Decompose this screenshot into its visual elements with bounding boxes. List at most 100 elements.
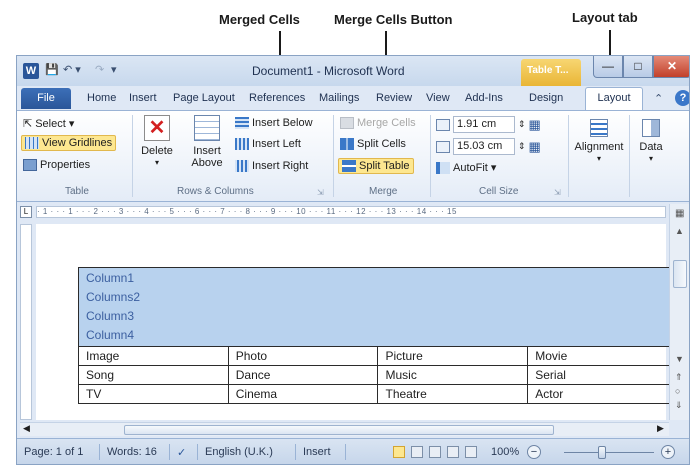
document-table[interactable]: Column1 Columns2 Column3 Column4 Image P… <box>78 267 678 404</box>
group-separator <box>629 115 630 197</box>
scroll-right-icon[interactable]: ▶ <box>657 423 664 434</box>
help-icon[interactable]: ? <box>675 90 689 106</box>
properties-button[interactable]: Properties <box>23 159 90 171</box>
distribute-rows-icon[interactable]: ▦ <box>529 117 541 133</box>
table-row[interactable]: Song Dance Music Serial <box>78 365 678 385</box>
split-table-button[interactable]: Split Table <box>338 158 414 174</box>
cell-size-launcher-icon[interactable]: ⇲ <box>554 188 561 197</box>
table-row[interactable]: Image Photo Picture Movie <box>78 346 678 366</box>
horizontal-ruler[interactable]: · 1 · · · 1 · · · 2 · · · 3 · · · 4 · · … <box>36 206 666 218</box>
tab-design[interactable]: Design <box>529 92 563 104</box>
tab-insert[interactable]: Insert <box>129 92 157 104</box>
status-mode[interactable]: Insert <box>303 446 331 458</box>
data-button[interactable]: Data ▾ <box>633 119 669 165</box>
table-cell[interactable]: Song <box>78 365 229 385</box>
scroll-left-icon[interactable]: ◀ <box>23 423 30 434</box>
row-height-input[interactable]: 1.91 cm <box>453 116 515 133</box>
tab-file[interactable]: File <box>21 88 71 109</box>
zoom-slider-track[interactable] <box>564 452 654 453</box>
insert-left-button[interactable]: Insert Left <box>235 138 301 150</box>
horizontal-scrollbar[interactable]: ◀ ▶ <box>20 422 669 436</box>
spelling-check-icon[interactable]: ✓ <box>177 446 186 459</box>
table-cell[interactable]: Picture <box>377 346 529 366</box>
previous-page-icon[interactable]: ⇑ <box>675 372 683 383</box>
row-height-icon <box>436 118 450 131</box>
horizontal-scroll-thumb[interactable] <box>124 425 554 435</box>
next-page-icon[interactable]: ⇓ <box>675 400 683 411</box>
table-cell[interactable]: Image <box>78 346 229 366</box>
table-row[interactable]: TV Cinema Theatre Actor <box>78 384 678 404</box>
merged-cell[interactable]: Column1 Columns2 Column3 Column4 <box>78 267 678 347</box>
zoom-level[interactable]: 100% <box>491 446 519 458</box>
tab-selector-icon[interactable]: L <box>20 206 32 218</box>
autofit-button[interactable]: AutoFit ▾ <box>436 161 496 174</box>
distribute-columns-icon[interactable]: ▦ <box>529 139 541 155</box>
table-cell[interactable]: TV <box>78 384 229 404</box>
scroll-down-icon[interactable]: ▼ <box>675 354 684 364</box>
column-width-input[interactable]: 15.03 cm <box>453 138 515 155</box>
scroll-up-icon[interactable]: ▲ <box>675 226 684 236</box>
status-words[interactable]: Words: 16 <box>107 446 157 458</box>
row-height-control[interactable]: 1.91 cm ⇕ ▦ <box>436 116 541 133</box>
table-cell[interactable]: Serial <box>527 365 678 385</box>
insert-below-button[interactable]: Insert Below <box>235 117 313 129</box>
customize-qat-icon[interactable]: ▾ <box>111 63 117 76</box>
save-icon[interactable]: 💾 <box>45 63 59 76</box>
tab-mailings[interactable]: Mailings <box>319 92 359 104</box>
table-cell[interactable]: Actor <box>527 384 678 404</box>
draft-view-icon[interactable] <box>465 446 477 458</box>
zoom-slider-knob[interactable] <box>598 446 606 459</box>
minimize-button[interactable]: — <box>593 56 623 78</box>
status-language[interactable]: English (U.K.) <box>205 446 273 458</box>
web-layout-view-icon[interactable] <box>429 446 441 458</box>
alignment-button[interactable]: Alignment ▾ <box>570 119 628 165</box>
undo-icon[interactable]: ↶ ▾ <box>63 63 81 76</box>
tab-page-layout[interactable]: Page Layout <box>173 92 235 104</box>
word-app-icon[interactable]: W <box>23 63 39 79</box>
vertical-ruler[interactable] <box>20 224 32 420</box>
insert-above-button[interactable]: Insert Above <box>187 115 227 169</box>
row-height-spinner-icon[interactable]: ⇕ <box>518 119 526 130</box>
ruler-toggle-icon[interactable]: ▦ <box>675 208 684 219</box>
vertical-scroll-thumb[interactable] <box>673 260 687 288</box>
select-button[interactable]: ⇱ Select ▾ <box>23 117 74 130</box>
gridlines-icon <box>25 137 39 149</box>
tab-layout[interactable]: Layout <box>585 87 643 111</box>
redo-icon[interactable]: ↷ <box>95 63 104 76</box>
select-browse-object-icon[interactable]: ○ <box>675 386 680 396</box>
tab-view[interactable]: View <box>426 92 450 104</box>
zoom-in-button[interactable]: + <box>661 445 675 459</box>
delete-button[interactable]: ✕ Delete ▾ <box>137 115 177 169</box>
outline-view-icon[interactable] <box>447 446 459 458</box>
close-button[interactable]: ✕ <box>653 56 689 78</box>
full-screen-view-icon[interactable] <box>411 446 423 458</box>
status-page[interactable]: Page: 1 of 1 <box>24 446 83 458</box>
table-cell[interactable]: Movie <box>527 346 678 366</box>
table-cell[interactable]: Theatre <box>377 384 529 404</box>
insert-right-button[interactable]: Insert Right <box>235 160 308 172</box>
tab-home[interactable]: Home <box>87 92 116 104</box>
group-label-cell-size: Cell Size <box>479 186 519 197</box>
table-cell[interactable]: Music <box>377 365 529 385</box>
group-separator <box>333 115 334 197</box>
column-width-control[interactable]: 15.03 cm ⇕ ▦ <box>436 138 541 155</box>
tab-references[interactable]: References <box>249 92 305 104</box>
merged-row[interactable]: Column1 Columns2 Column3 Column4 <box>78 267 678 347</box>
view-gridlines-button[interactable]: View Gridlines <box>21 135 117 151</box>
split-cells-button[interactable]: Split Cells <box>340 138 406 150</box>
minimize-ribbon-icon[interactable]: ⌃ <box>654 92 663 105</box>
rows-columns-launcher-icon[interactable]: ⇲ <box>317 188 324 197</box>
tab-add-ins[interactable]: Add-Ins <box>465 92 503 104</box>
tab-review[interactable]: Review <box>376 92 412 104</box>
merge-cells-button[interactable]: Merge Cells <box>340 117 416 129</box>
table-cell[interactable]: Dance <box>227 365 379 385</box>
print-layout-view-icon[interactable] <box>393 446 405 458</box>
document-page[interactable]: Column1 Columns2 Column3 Column4 Image P… <box>36 224 678 420</box>
maximize-button[interactable]: □ <box>623 56 653 78</box>
vertical-scrollbar[interactable]: ▦ ▲ ▼ ⇑ ○ ⇓ <box>669 204 689 420</box>
merged-line-1: Column1 <box>86 271 135 285</box>
column-width-spinner-icon[interactable]: ⇕ <box>518 141 526 152</box>
table-cell[interactable]: Cinema <box>227 384 379 404</box>
table-cell[interactable]: Photo <box>227 346 379 366</box>
zoom-out-button[interactable]: − <box>527 445 541 459</box>
